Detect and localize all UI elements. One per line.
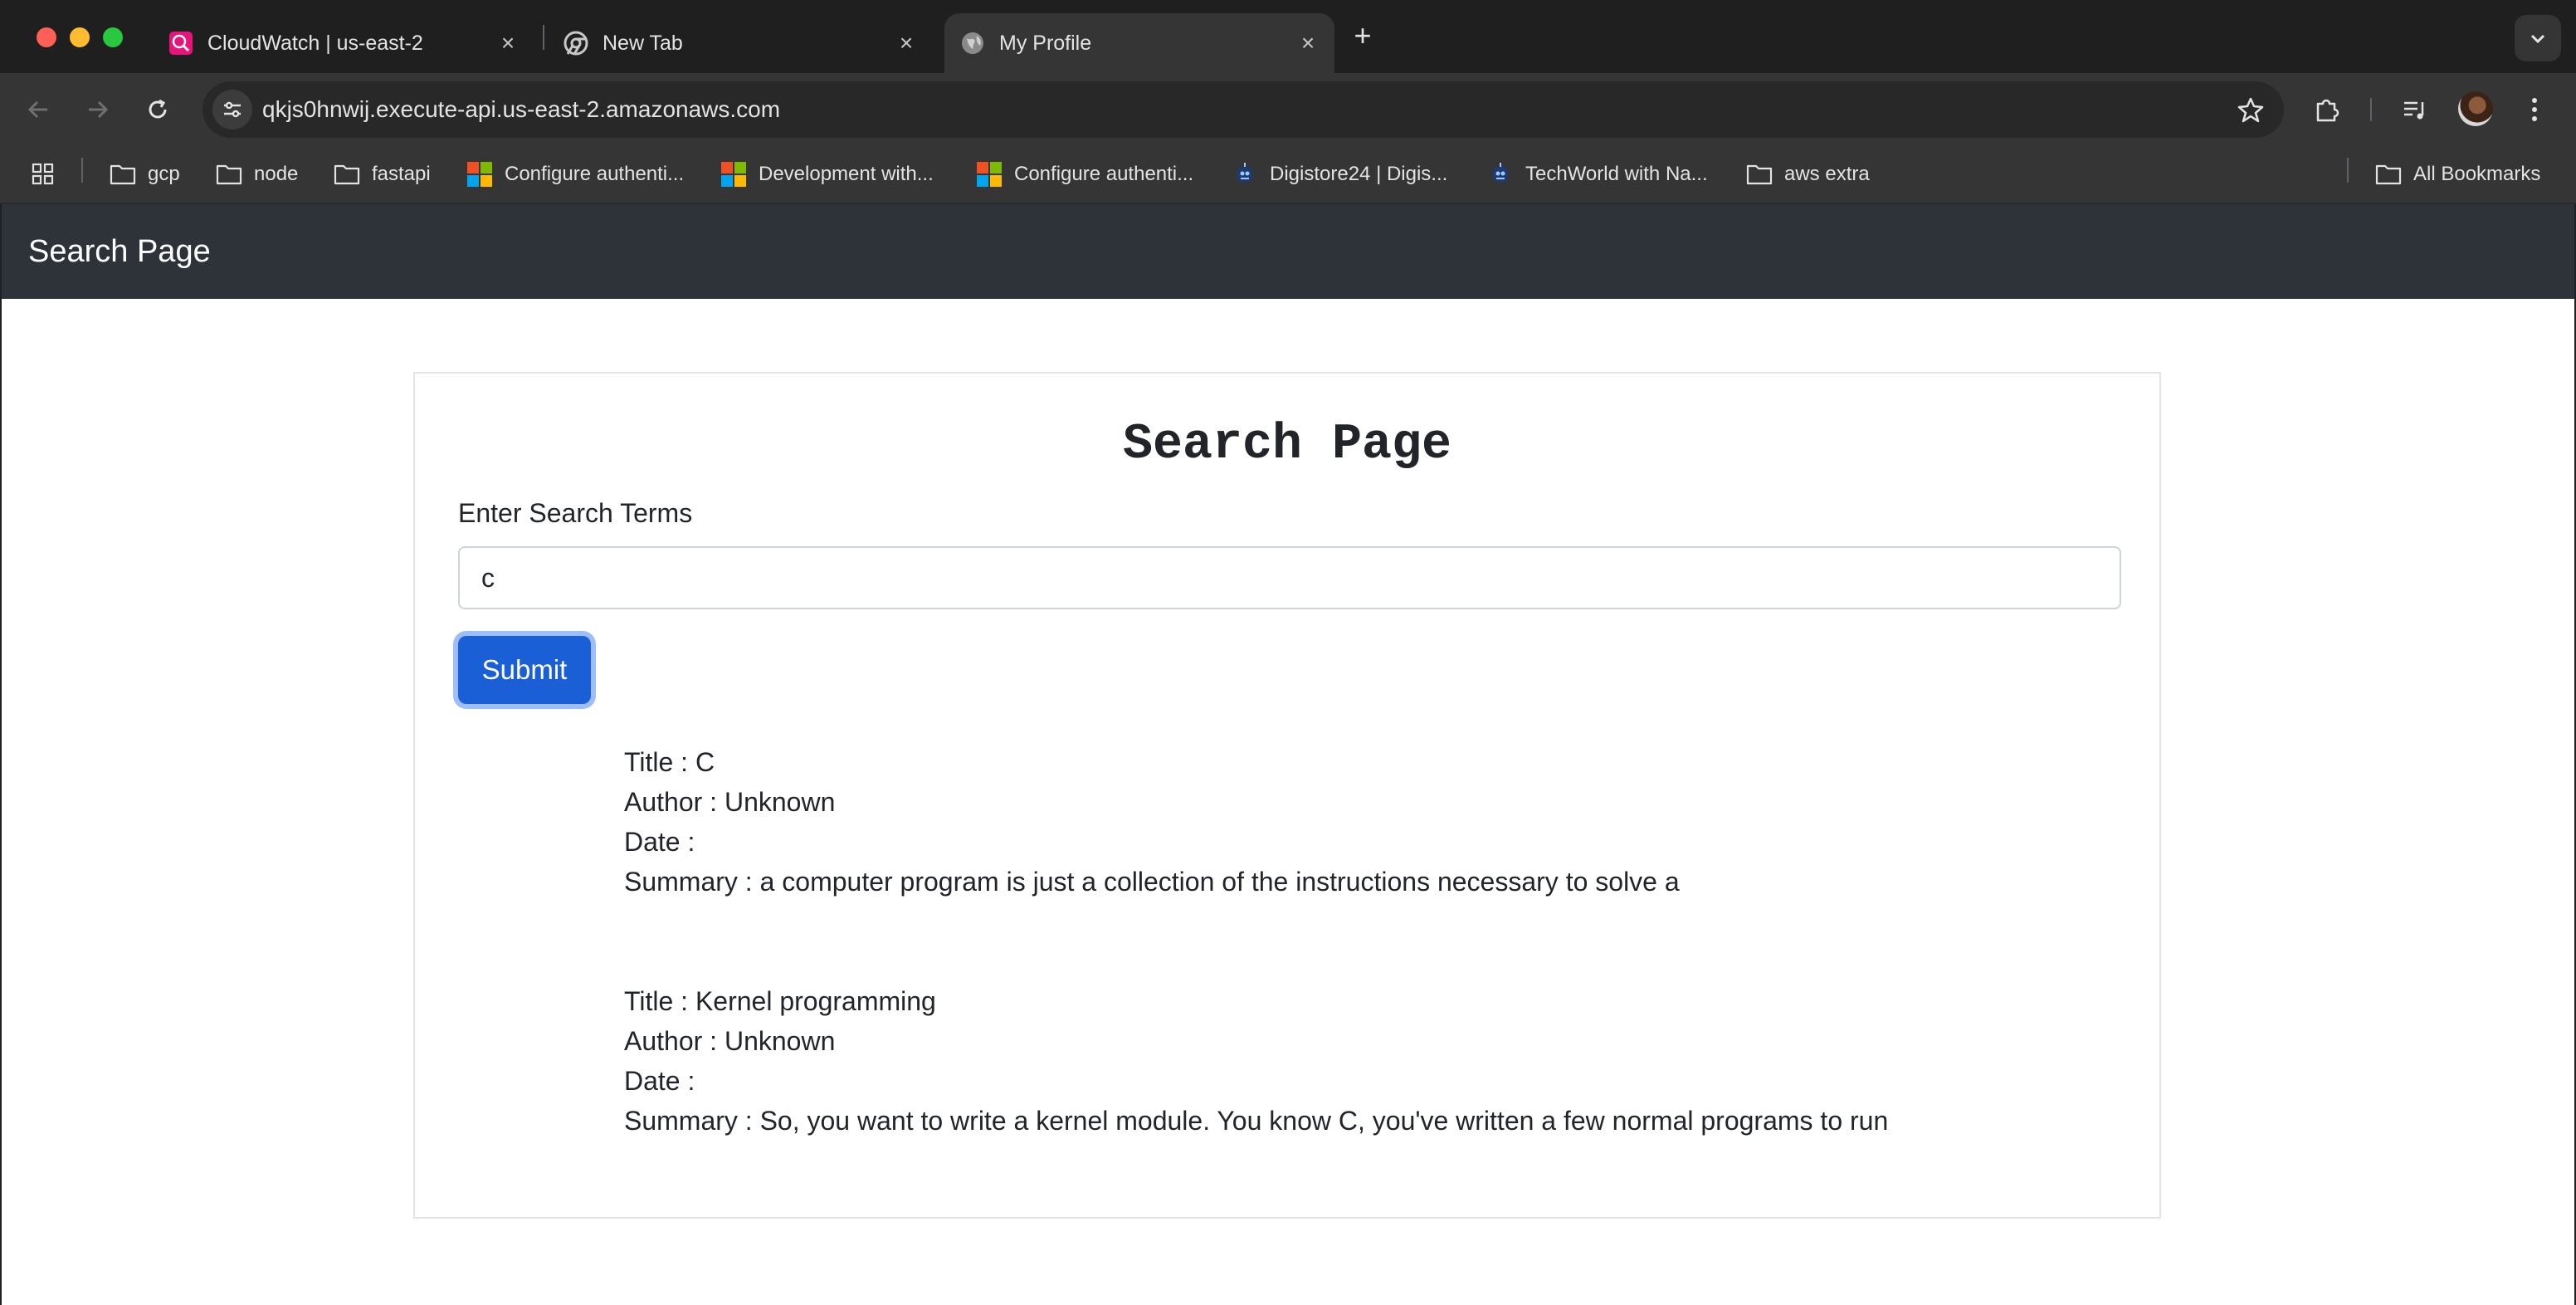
bookmark-label: gcp [148,163,180,185]
tab-title: My Profile [999,31,1092,55]
chrome-menu-button[interactable] [2515,90,2554,130]
site-info-button[interactable] [212,90,252,130]
globe-icon [959,30,986,56]
bookmark-label: Configure authenti... [505,163,685,185]
new-tab-button[interactable]: + [1348,21,1378,51]
submit-button[interactable]: Submit [458,636,591,704]
folder-icon [110,161,136,188]
media-controls-button[interactable] [2395,90,2435,130]
bookmark-label: fastapi [372,163,431,185]
bookmark-folder-fastapi[interactable]: fastapi [334,158,431,191]
queue-music-icon [2404,101,2424,120]
profile-avatar[interactable] [2458,91,2493,126]
page-title: Search Page [1122,417,1452,473]
minimize-window-button[interactable] [70,27,90,47]
search-result: Title : Kernel programming Author : Unkn… [624,981,1888,1141]
forward-arrow-icon [89,100,109,119]
more-vert-icon [2532,98,2537,121]
bookmark-label: aws extra [1784,163,1870,185]
bookmarks-divider [81,158,83,183]
search-input[interactable] [458,546,2121,609]
close-icon[interactable]: × [1296,32,1320,55]
close-window-button[interactable] [37,27,56,47]
bookmark-label: Configure authenti... [1014,163,1194,185]
microsoft-icon [976,161,1003,188]
browser-window: CloudWatch | us-east-2 × New Tab × My Pr… [0,0,2576,1305]
microsoft-icon [466,161,493,188]
bookmark-folder-gcp[interactable]: gcp [110,158,180,191]
all-bookmarks-button[interactable]: All Bookmarks [2375,158,2540,191]
bookmarks-divider [2347,158,2349,183]
search-card: Search Page Enter Search Terms Submit Ti… [413,372,2161,1219]
close-icon[interactable]: × [496,32,520,55]
search-result: Title : C Author : Unknown Date : Summar… [624,742,1680,902]
folder-icon [1746,161,1773,188]
apps-button[interactable] [30,158,68,191]
browser-toolbar: qkjs0hnwij.execute-api.us-east-2.amazona… [0,73,2576,146]
apps-grid-icon [30,161,56,188]
puzzle-icon [2316,99,2339,122]
tab-new-tab[interactable]: New Tab × [551,13,933,73]
all-bookmarks-label: All Bookmarks [2413,163,2541,185]
url-text[interactable]: qkjs0hnwij.execute-api.us-east-2.amazona… [262,96,780,123]
tune-icon [224,101,241,118]
result-author: Author : Unknown [624,1026,836,1056]
reload-icon [149,99,167,119]
folder-icon [216,161,242,188]
tab-cloudwatch[interactable]: CloudWatch | us-east-2 × [153,13,534,73]
bookmark-configure-authentication-1[interactable]: Configure authenti... [466,158,684,191]
bookmark-star-button[interactable] [2232,91,2269,128]
tab-search-button[interactable] [2515,15,2561,61]
chrome-icon [563,30,589,56]
close-icon[interactable]: × [895,32,918,55]
tab-strip: CloudWatch | us-east-2 × New Tab × My Pr… [0,0,2576,73]
bookmark-development-with[interactable]: Development with... [720,158,934,191]
page-navbar: Search Page [2,204,2574,299]
forward-button[interactable] [78,90,118,130]
microsoft-icon [720,161,747,188]
robot-icon [1487,161,1514,188]
bookmark-digistore24[interactable]: Digistore24 | Digis... [1232,158,1447,191]
bookmark-folder-node[interactable]: node [216,158,298,191]
folder-icon [334,161,360,188]
search-label: Enter Search Terms [458,498,693,528]
zoom-window-button[interactable] [103,27,123,47]
cloudwatch-icon [168,30,194,56]
bookmark-folder-aws-extra[interactable]: aws extra [1746,158,1870,191]
result-author: Author : Unknown [624,787,836,817]
chevron-down-icon [2530,34,2545,44]
bookmark-label: Development with... [759,163,934,185]
robot-icon [1232,161,1258,188]
address-bar[interactable]: qkjs0hnwij.execute-api.us-east-2.amazona… [202,81,2284,138]
extensions-button[interactable] [2307,90,2347,130]
bookmarks-bar: gcp node fastapi Configure authenti... D… [0,146,2576,204]
result-summary: Summary : a computer program is just a c… [624,867,1680,897]
tab-my-profile[interactable]: My Profile × [944,13,1334,73]
result-summary: Summary : So, you want to write a kernel… [624,1106,1889,1136]
bookmark-techworld-with-nana[interactable]: TechWorld with Na... [1487,158,1708,191]
bookmark-label: node [254,163,299,185]
result-title: Title : C [624,747,715,777]
result-date: Date : [624,1066,695,1096]
result-title: Title : Kernel programming [624,986,936,1016]
tab-divider [543,25,544,50]
navbar-brand-link[interactable]: Search Page [28,234,211,270]
tab-title: CloudWatch | us-east-2 [207,31,423,55]
star-icon [2237,97,2264,123]
bookmark-label: TechWorld with Na... [1525,163,1708,185]
bookmark-label: Digistore24 | Digis... [1270,163,1448,185]
back-button[interactable] [18,90,58,130]
result-date: Date : [624,827,695,857]
tab-title: New Tab [603,31,683,55]
toolbar-divider [2370,98,2372,121]
bookmark-configure-authentication-2[interactable]: Configure authenti... [976,158,1193,191]
back-arrow-icon [27,100,47,119]
web-page: Search Page Search Page Enter Search Ter… [2,204,2574,1305]
folder-icon [2375,161,2402,188]
reload-button[interactable] [138,90,178,130]
